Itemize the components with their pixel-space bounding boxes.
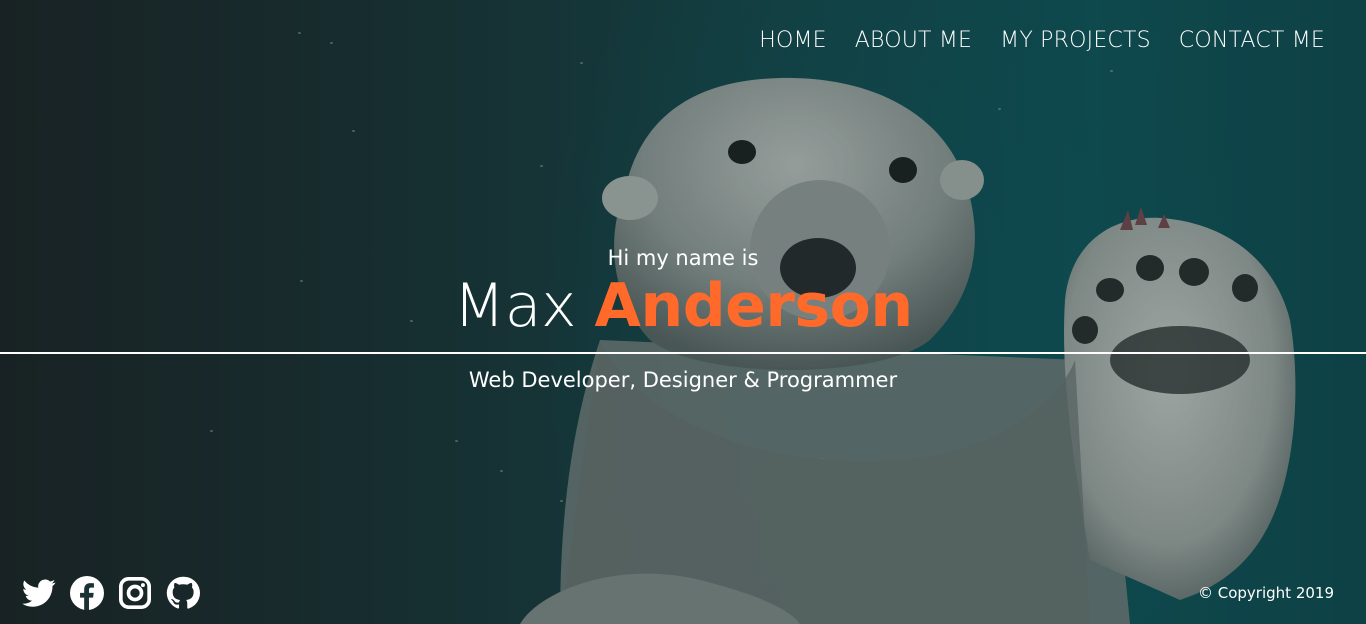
intro-text: Hi my name is	[607, 246, 759, 270]
nav-home-link[interactable]: HOME	[759, 28, 827, 53]
github-icon[interactable]	[166, 576, 200, 610]
divider-line	[0, 352, 1366, 354]
main-nav: HOME ABOUT ME MY PROJECTS CONTACT ME	[759, 28, 1325, 53]
facebook-icon[interactable]	[70, 576, 104, 610]
last-name: Anderson	[594, 271, 914, 341]
nav-about-link[interactable]: ABOUT ME	[855, 28, 972, 53]
hero-name: Max Anderson	[0, 268, 1366, 344]
copyright-text: © Copyright 2019	[1197, 584, 1334, 602]
instagram-icon[interactable]	[118, 576, 152, 610]
nav-contact-link[interactable]: CONTACT ME	[1179, 28, 1325, 53]
twitter-icon[interactable]	[22, 576, 56, 610]
social-links	[22, 576, 200, 610]
tagline: Web Developer, Designer & Programmer	[468, 368, 898, 392]
hero-section: HOME ABOUT ME MY PROJECTS CONTACT ME Hi …	[0, 0, 1366, 624]
first-name: Max	[453, 271, 576, 341]
nav-projects-link[interactable]: MY PROJECTS	[1000, 28, 1151, 53]
